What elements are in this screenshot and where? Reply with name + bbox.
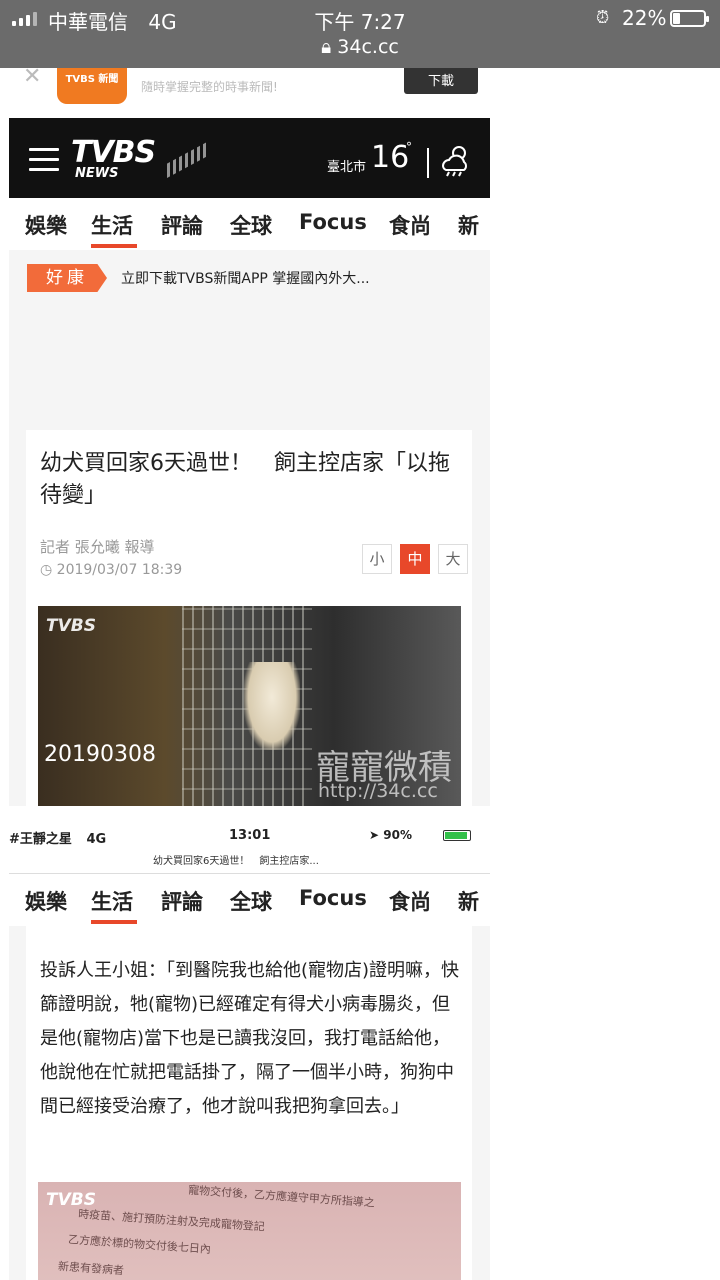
url-text: 34c.cc	[337, 36, 399, 58]
weather-temperature: 16	[371, 140, 410, 175]
contract-line: 寵物交付後，乙方應遵守甲方所指導之	[187, 1183, 376, 1210]
nav-item-life[interactable]: 生活	[91, 886, 133, 916]
inner-battery-icon	[443, 830, 471, 841]
inner-battery-text: 90%	[383, 828, 412, 842]
nav-item-food[interactable]: 食尚	[389, 886, 431, 916]
lock-icon: 🔒︎	[321, 36, 332, 58]
photo-date-watermark: 20190308	[44, 742, 156, 767]
nav-item-new[interactable]: 新	[458, 210, 479, 240]
inner-time: 13:01	[229, 828, 271, 843]
article-body-text: 投訴人王小姐：「到醫院我也給他(寵物店)證明嘛，快篩證明說，牠(寵物)已經確定有…	[40, 960, 460, 1117]
cloud-rain-icon	[441, 146, 467, 177]
logo-text: TVBS	[71, 135, 156, 170]
nav-item-global[interactable]: 全球	[230, 886, 272, 916]
menu-icon[interactable]	[29, 148, 59, 178]
article-byline: 記者 張允曦 報導	[40, 538, 155, 556]
puppy-image	[244, 662, 300, 750]
logo-subtext: NEWS	[75, 166, 119, 181]
app-banner: ✕ TVBS 新聞 隨時掌握完整的時事新聞! 下載	[9, 68, 490, 118]
nav-item-entertainment[interactable]: 娛樂	[25, 210, 67, 240]
location-icon: ➤︎	[369, 828, 380, 842]
app-logo: TVBS 新聞	[57, 68, 127, 104]
tvbs-logo[interactable]: TVBS NEWS	[71, 135, 207, 181]
article-title: 幼犬買回家6天過世！ 飼主控店家「以拖待變」	[40, 451, 450, 508]
photo-logo-watermark: TVBS	[46, 616, 96, 636]
article-date-text: 2019/03/07 18:39	[56, 562, 183, 578]
nav-item-focus[interactable]: Focus	[299, 886, 367, 910]
inner-carrier-name: #王靜之星	[9, 832, 72, 847]
logo-stripes	[167, 142, 207, 178]
degree-symbol: °	[406, 140, 412, 154]
nav-item-global[interactable]: 全球	[230, 210, 272, 240]
nav-item-opinion[interactable]: 評論	[161, 886, 203, 916]
status-bar: 中華電信 4G 下午 7:27 🔒︎ 34c.cc ⏰︎ 22%	[0, 0, 720, 68]
battery-fill	[673, 13, 680, 24]
contract-line: 時疫苗、施打預防注射及完成寵物登記	[77, 1207, 266, 1234]
battery-percent: 22%	[622, 6, 667, 30]
contract-line: 新患有發病者	[57, 1259, 125, 1278]
nav-item-food[interactable]: 食尚	[389, 210, 431, 240]
promo-text[interactable]: 立即下載TVBS新聞APP 掌握國內外大...	[121, 268, 370, 288]
inner-battery-percent: ➤︎ 90%	[369, 828, 412, 842]
weather-city: 臺北市	[327, 160, 367, 175]
screenshot-divider	[9, 806, 490, 818]
article-body-card: 投訴人王小姐：「到醫院我也給他(寵物店)證明嘛，快篩證明說，牠(寵物)已經確定有…	[26, 926, 472, 1280]
article-date: ◷︎ 2019/03/07 18:39	[40, 562, 182, 578]
promo-ticker[interactable]: 好康 立即下載TVBS新聞APP 掌握國內外大...	[9, 252, 490, 302]
article-photo[interactable]: TVBS 20190308 寵寵微積 http://34c.cc	[38, 606, 461, 810]
font-size-small-button[interactable]: 小	[362, 544, 392, 574]
download-button[interactable]: 下載	[404, 68, 478, 94]
site-url-watermark: http://34c.cc	[318, 780, 438, 802]
nav-item-opinion[interactable]: 評論	[161, 210, 203, 240]
status-time: 下午 7:27	[314, 10, 406, 34]
nav-item-life[interactable]: 生活	[91, 210, 133, 240]
inner-status-bar: #王靜之星 4G 13:01 ➤︎ 90% 幼犬買回家6天過世！ 飼主控店家..…	[9, 818, 490, 874]
inner-battery-fill	[445, 832, 467, 839]
font-size-medium-button[interactable]: 中	[400, 544, 430, 574]
site-header: TVBS NEWS 臺北市 16 °	[9, 118, 490, 198]
web-page[interactable]: ✕ TVBS 新聞 隨時掌握完整的時事新聞! 下載 TVBS NEWS 臺北市 …	[9, 68, 490, 1280]
app-banner-description: 隨時掌握完整的時事新聞!	[141, 80, 278, 94]
font-size-large-button[interactable]: 大	[438, 544, 468, 574]
alarm-icon: ⏰︎	[596, 8, 610, 28]
article-card: 幼犬買回家6天過世！ 飼主控店家「以拖待變」 記者 張允曦 報導 ◷︎ 2019…	[26, 430, 472, 810]
battery-icon	[670, 10, 709, 27]
address-bar[interactable]: 🔒︎ 34c.cc	[0, 36, 720, 58]
active-tab-indicator	[91, 244, 137, 248]
inner-network: 4G	[86, 832, 107, 847]
active-tab-indicator	[91, 920, 137, 924]
nav-item-entertainment[interactable]: 娛樂	[25, 886, 67, 916]
inner-carrier: #王靜之星 4G	[9, 828, 106, 847]
clock-icon: ◷︎	[40, 562, 53, 578]
contract-line: 乙方應於標的物交付後七日內	[67, 1233, 212, 1256]
nav-item-focus[interactable]: Focus	[299, 210, 367, 234]
contract-photo[interactable]: TVBS 寵物交付後，乙方應遵守甲方所指導之 時疫苗、施打預防注射及完成寵物登記…	[38, 1182, 461, 1280]
inner-page-title: 幼犬買回家6天過世！ 飼主控店家...	[153, 856, 319, 867]
category-nav: 娛樂 生活 評論 全球 Focus 食尚 新	[9, 198, 490, 250]
nav-item-new[interactable]: 新	[458, 886, 479, 916]
promo-tag: 好康	[27, 264, 107, 292]
divider	[427, 148, 429, 178]
close-icon[interactable]: ✕	[23, 68, 41, 89]
category-nav-2: 娛樂 生活 評論 全球 Focus 食尚 新	[9, 874, 490, 926]
